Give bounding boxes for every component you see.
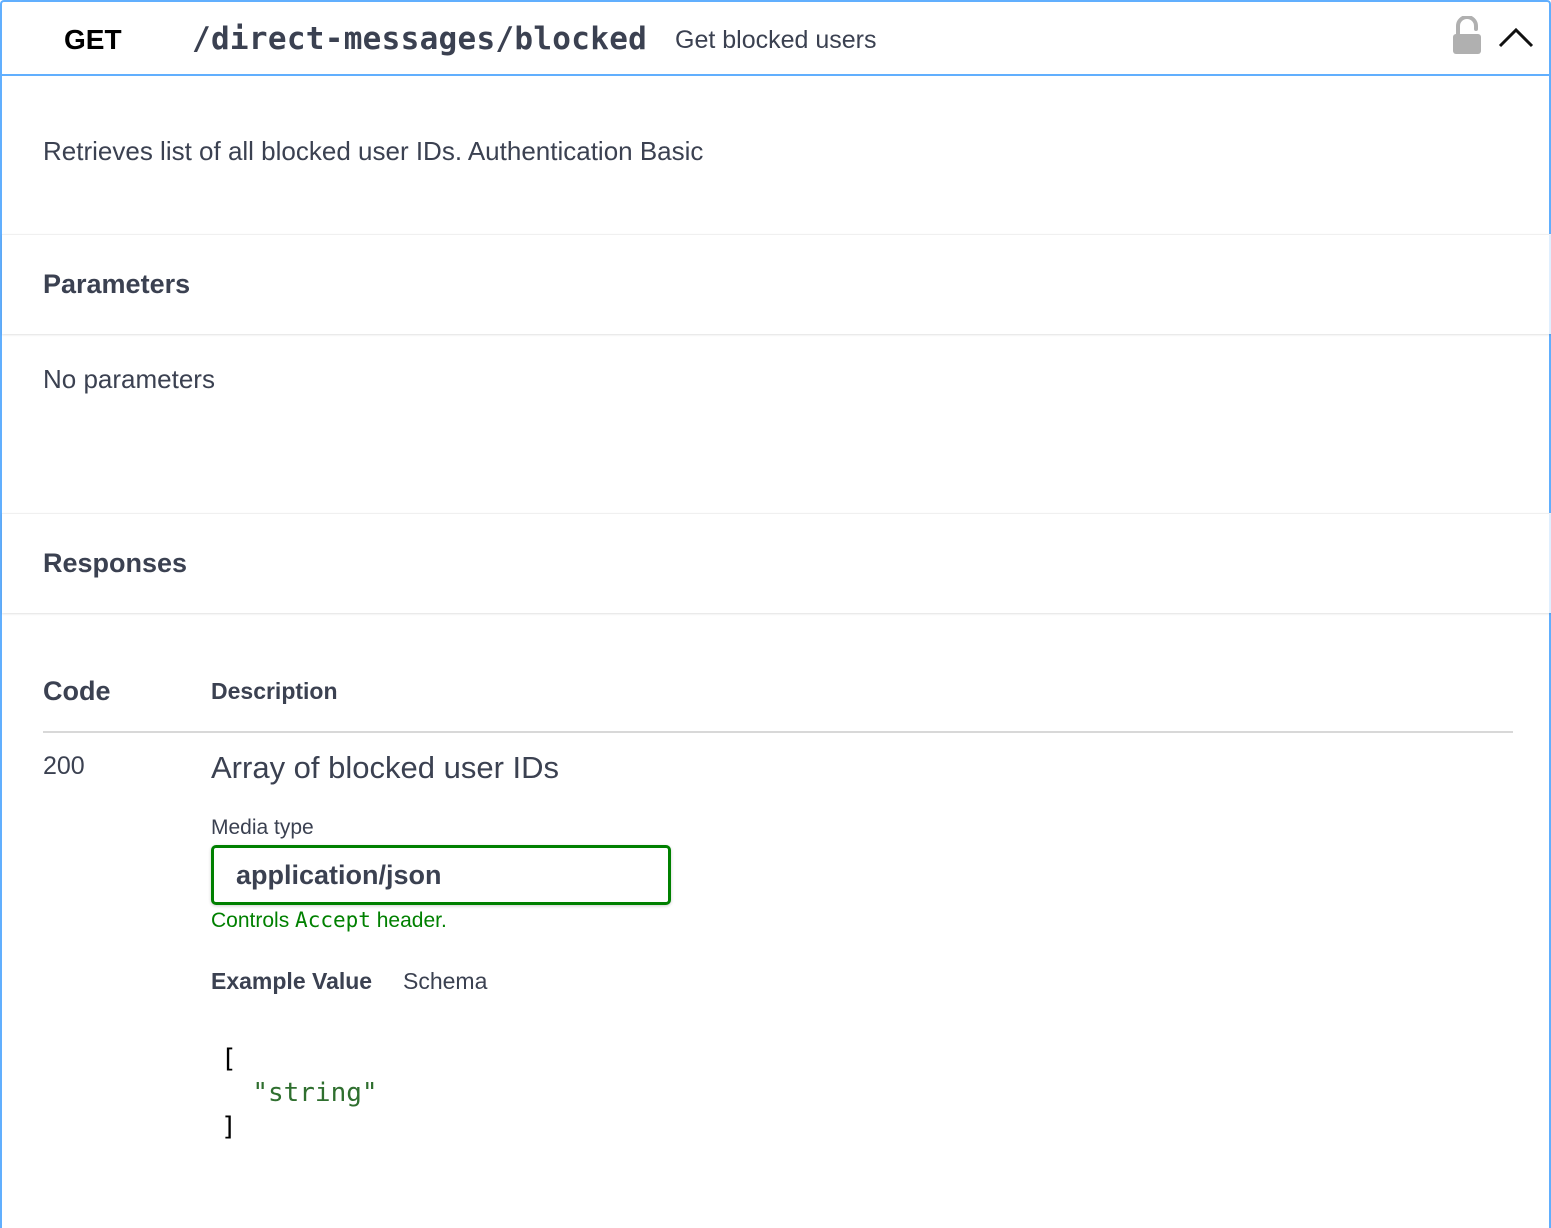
accept-header-code: Accept xyxy=(295,908,371,932)
responses-title: Responses xyxy=(43,548,188,578)
parameters-title: Parameters xyxy=(43,269,191,299)
controls-prefix: Controls xyxy=(211,909,290,932)
controls-suffix: header. xyxy=(376,909,447,932)
operation-description: Retrieves list of all blocked user IDs. … xyxy=(43,136,704,166)
example-value-code: [ "string" ] xyxy=(221,1042,378,1144)
responses-section-header: Responses xyxy=(2,513,1551,613)
media-type-select[interactable]: application/json xyxy=(211,845,671,905)
table-divider xyxy=(43,731,1513,733)
operation-summary-bar[interactable]: GET /direct-messages/blocked Get blocked… xyxy=(2,2,1549,76)
media-type-value: application/json xyxy=(236,860,442,890)
response-description: Array of blocked user IDs xyxy=(211,750,560,785)
no-parameters-text: No parameters xyxy=(43,364,215,394)
http-method-badge: GET xyxy=(64,24,122,55)
json-string-item: "string" xyxy=(252,1078,378,1108)
json-open-bracket: [ xyxy=(221,1044,237,1074)
media-type-label: Media type xyxy=(211,816,314,839)
response-status-code: 200 xyxy=(43,752,85,780)
tab-schema[interactable]: Schema xyxy=(403,968,487,995)
parameters-section-header: Parameters xyxy=(2,234,1551,334)
json-close-bracket: ] xyxy=(221,1112,237,1142)
chevron-up-icon[interactable] xyxy=(1496,24,1536,52)
operation-block: GET /direct-messages/blocked Get blocked… xyxy=(0,0,1551,1228)
column-header-description: Description xyxy=(211,678,338,704)
operation-summary-text: Get blocked users xyxy=(675,26,877,54)
endpoint-path: /direct-messages/blocked xyxy=(192,21,648,57)
controls-accept-hint: Controls Accept header. xyxy=(211,908,447,933)
column-header-code: Code xyxy=(43,676,111,706)
lock-open-icon[interactable] xyxy=(1450,15,1484,58)
tab-example-value[interactable]: Example Value xyxy=(211,968,372,995)
